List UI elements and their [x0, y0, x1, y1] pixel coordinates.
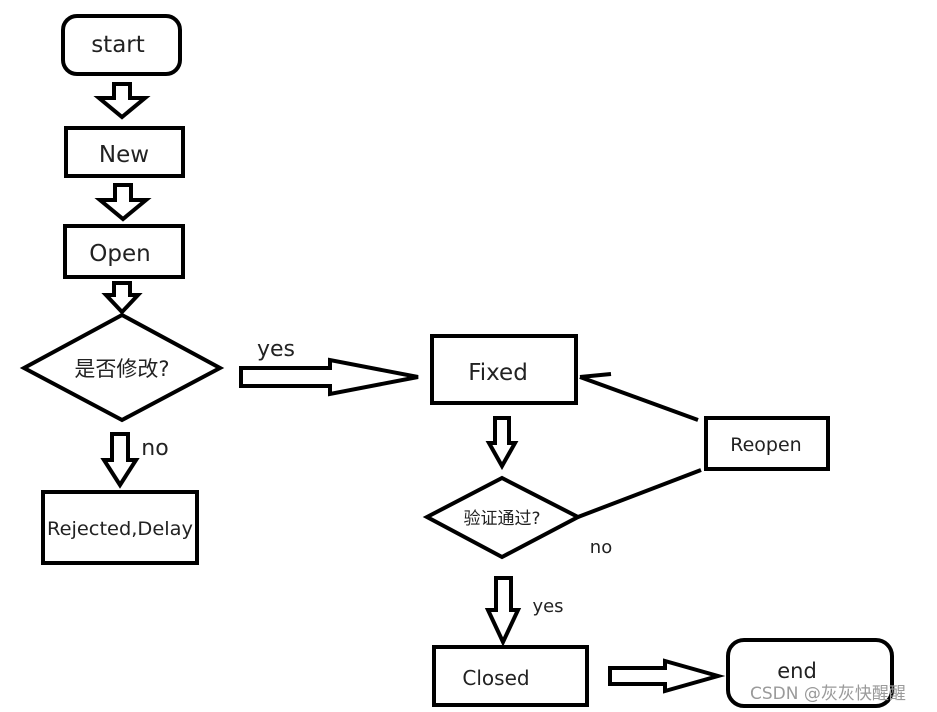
rejected-delay-label: Rejected,Delay [47, 518, 193, 540]
decision-modify-label: 是否修改? [74, 357, 169, 381]
start-label: start [91, 32, 145, 58]
end-label: end [777, 659, 817, 683]
verify-no-label: no [590, 537, 612, 558]
arrow-start-new [93, 82, 151, 120]
arrow-yes-fixed [239, 357, 419, 397]
decision-verify-label: 验证通过? [463, 509, 540, 529]
new-label: New [99, 142, 149, 168]
connector-verify-reopen [577, 468, 702, 519]
fixed-label: Fixed [468, 360, 528, 386]
open-label: Open [89, 241, 150, 267]
arrow-no-rejected [100, 432, 140, 489]
arrow-open-decision [101, 281, 143, 315]
arrowhead-reopen-fixed [579, 372, 612, 379]
arrow-closed-end [608, 658, 726, 694]
arrow-verify-closed [484, 576, 522, 647]
reopen-label: Reopen [730, 434, 801, 456]
connector-reopen-fixed [579, 375, 699, 422]
no-label: no [141, 436, 168, 461]
watermark: CSDN @灰灰快醒醒 [750, 684, 906, 704]
verify-yes-label: yes [532, 596, 563, 617]
closed-label: Closed [462, 666, 529, 690]
flowchart: start New Open 是否修改? yes no Rejected,Del… [19, 14, 906, 708]
arrow-new-open [94, 183, 152, 222]
yes-label: yes [257, 337, 295, 362]
arrow-fixed-verify [485, 416, 519, 471]
